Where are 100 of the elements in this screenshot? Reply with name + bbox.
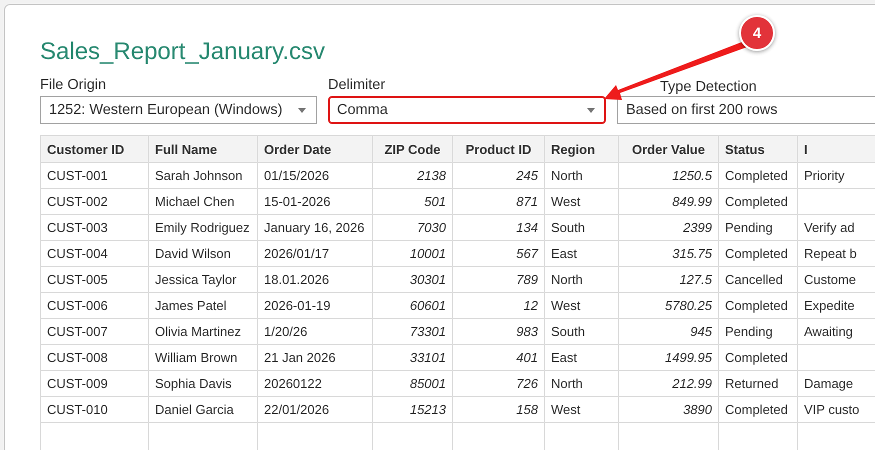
table-cell: South (551, 220, 585, 235)
table-cell: CUST-006 (47, 298, 108, 313)
table-cell: Completed (725, 168, 788, 183)
table-cell: 15-01-2026 (264, 194, 330, 209)
table-cell: West (551, 194, 580, 209)
table-cell: 127.5 (679, 272, 712, 287)
column-header[interactable]: Full Name (148, 136, 258, 162)
column-header[interactable]: Order Date (258, 136, 372, 162)
table-cell: 2026/01/17 (264, 246, 330, 261)
table-cell: 21 Jan 2026 (264, 350, 336, 365)
caret-icon (298, 108, 306, 112)
table-cell: Completed (725, 402, 788, 417)
table-cell: 315.75 (672, 246, 712, 261)
table-cell: Sarah Johnson (155, 168, 242, 183)
table-cell: 501 (424, 194, 446, 209)
table-cell: 401 (516, 350, 538, 365)
table-cell: Custome (804, 272, 856, 287)
column-header[interactable]: Status (718, 136, 798, 162)
file-title: Sales_Report_January.csv (40, 38, 326, 67)
column-header[interactable]: Product ID (452, 136, 544, 162)
table-cell: Daniel Garcia (155, 402, 234, 417)
column-header[interactable]: ZIP Code (372, 136, 452, 162)
table-cell: Completed (725, 350, 788, 365)
table-cell: 5780.25 (665, 298, 712, 313)
table-cell: 10001 (410, 246, 446, 261)
table-cell: 1499.95 (665, 350, 712, 365)
table-cell: 20260122 (264, 376, 322, 391)
table-cell: 60601 (410, 298, 446, 313)
table-cell: 73301 (410, 324, 446, 339)
table-cell: South (551, 324, 585, 339)
table-cell: Repeat b (804, 246, 857, 261)
table-cell: Cancelled (725, 272, 783, 287)
table-cell: 983 (516, 324, 538, 339)
table-cell: Michael Chen (155, 194, 234, 209)
table-cell: 212.99 (672, 376, 712, 391)
table-cell: 3890 (683, 402, 712, 417)
table-cell: CUST-009 (47, 376, 108, 391)
table-cell: CUST-005 (47, 272, 108, 287)
table-cell: CUST-002 (47, 194, 108, 209)
dropdown[interactable]: Comma (328, 96, 606, 124)
table-cell: West (551, 298, 580, 313)
table-cell: CUST-003 (47, 220, 108, 235)
table-cell: 871 (516, 194, 538, 209)
table-cell: 30301 (410, 272, 446, 287)
table-cell: 33101 (410, 350, 446, 365)
table-cell: James Patel (155, 298, 227, 313)
table-cell: 726 (516, 376, 538, 391)
table-cell: Olivia Martinez (155, 324, 241, 339)
table-cell: 01/15/2026 (264, 168, 330, 183)
table-cell: North (551, 168, 583, 183)
table-cell: VIP custo (804, 402, 860, 417)
option-label: Type Detection (660, 78, 757, 96)
table-cell: 134 (516, 220, 538, 235)
column-header[interactable]: Order Value (618, 136, 718, 162)
table-cell: 2026-01-19 (264, 298, 330, 313)
table-cell: Completed (725, 194, 788, 209)
table-cell: January 16, 2026 (264, 220, 364, 235)
option-label: Delimiter (328, 76, 386, 95)
table-cell: 22/01/2026 (264, 402, 330, 417)
table-cell: East (551, 246, 578, 261)
table-cell: 18.01.2026 (264, 272, 330, 287)
table-cell: David Wilson (155, 246, 231, 261)
table-cell: 1250.5 (672, 168, 712, 183)
table-cell: 158 (516, 402, 538, 417)
column-header[interactable]: Customer ID (40, 136, 148, 162)
table-cell: 7030 (417, 220, 446, 235)
table-cell: 85001 (410, 376, 446, 391)
table-cell: Sophia Davis (155, 376, 232, 391)
table-cell: 2138 (417, 168, 446, 183)
table-cell: Awaiting (804, 324, 853, 339)
dropdown[interactable]: 1252: Western European (Windows) (40, 96, 317, 124)
table-cell: Pending (725, 220, 773, 235)
table-cell: CUST-010 (47, 402, 108, 417)
table-cell: West (551, 402, 580, 417)
caret-icon (587, 108, 595, 112)
column-header[interactable]: I (798, 136, 875, 162)
table-cell: CUST-001 (47, 168, 108, 183)
table-cell: William Brown (155, 350, 238, 365)
table-cell: CUST-007 (47, 324, 108, 339)
table-cell: 245 (516, 168, 538, 183)
table-cell: Verify ad (804, 220, 855, 235)
table-cell: CUST-008 (47, 350, 108, 365)
dropdown[interactable]: Based on first 200 rows (617, 96, 875, 124)
column-header[interactable]: Region (544, 136, 618, 162)
table-cell: Completed (725, 246, 788, 261)
table-cell: 2399 (683, 220, 712, 235)
table-cell: Priority (804, 168, 844, 183)
table-cell: 15213 (410, 402, 446, 417)
table-cell: CUST-004 (47, 246, 108, 261)
table-cell: Damage (804, 376, 854, 391)
table-cell: East (551, 350, 578, 365)
table-cell: Expedite (804, 298, 855, 313)
table-cell: North (551, 376, 583, 391)
table-cell: North (551, 272, 583, 287)
table-cell: Emily Rodriguez (155, 220, 250, 235)
table-cell: Pending (725, 324, 773, 339)
option-label: File Origin (40, 76, 106, 95)
table-cell: 789 (516, 272, 538, 287)
table-cell: Jessica Taylor (155, 272, 236, 287)
table-cell: 12 (524, 298, 538, 313)
